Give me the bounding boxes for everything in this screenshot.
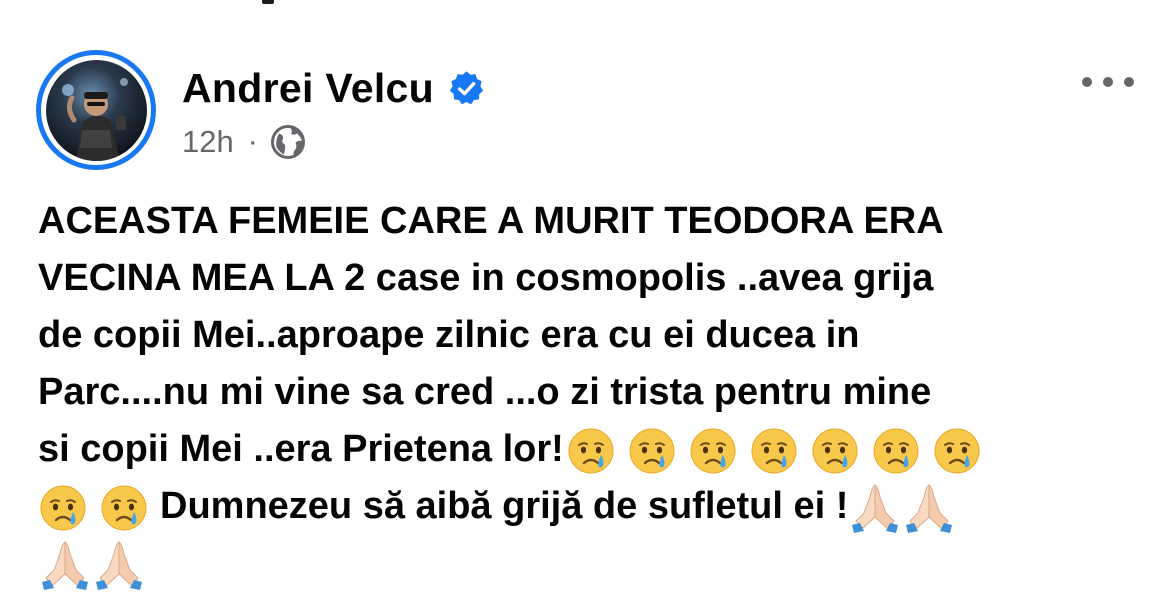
crying-face-emoji bbox=[40, 485, 86, 531]
timestamp[interactable]: 12h bbox=[182, 122, 234, 162]
post-line-with-emojis: Dumnezeu să aibă grijă de sufletul ei ! bbox=[38, 478, 1138, 535]
crying-face-emoji bbox=[873, 428, 919, 474]
avatar-gap bbox=[41, 55, 151, 165]
post-meta: 12h · bbox=[182, 122, 306, 162]
crying-face-emoji bbox=[568, 428, 614, 474]
meta-separator: · bbox=[247, 125, 258, 158]
praying-hands-emoji bbox=[906, 484, 953, 533]
post-line-text: si copii Mei ..era Prietena lor! bbox=[38, 428, 564, 470]
praying-emoji-group bbox=[848, 481, 956, 535]
praying-emoji-group bbox=[38, 538, 146, 592]
avatar[interactable] bbox=[45, 59, 147, 161]
more-options-icon[interactable] bbox=[1082, 68, 1134, 96]
story-ring[interactable] bbox=[36, 50, 156, 170]
crying-face-emoji bbox=[101, 485, 147, 531]
facebook-post: Andrei Velcu 12h · ACEASTA FEMEIE CARE A… bbox=[0, 0, 1170, 592]
crying-face-emoji bbox=[934, 428, 980, 474]
praying-hands-emoji bbox=[42, 541, 88, 590]
author-name[interactable]: Andrei Velcu bbox=[182, 64, 434, 112]
post-body: ACEASTA FEMEIE CARE A MURIT TEODORA ERA … bbox=[38, 193, 1138, 592]
author-row: Andrei Velcu bbox=[182, 64, 485, 112]
crying-face-emoji bbox=[812, 428, 858, 474]
post-line: VECINA MEA LA 2 case in cosmopolis ..ave… bbox=[38, 257, 934, 299]
praying-hands-emoji bbox=[96, 541, 142, 590]
more-dot bbox=[1082, 77, 1092, 87]
globe-icon bbox=[270, 125, 305, 159]
crying-face-emoji bbox=[690, 428, 736, 474]
post-line-text: Dumnezeu să aibă grijă de sufletul ei ! bbox=[160, 485, 849, 527]
post-line: de copii Mei..aproape zilnic era cu ei d… bbox=[38, 314, 860, 356]
post-header: Andrei Velcu 12h · bbox=[36, 50, 1136, 170]
verified-badge-icon bbox=[449, 70, 484, 104]
more-dot bbox=[1103, 77, 1113, 87]
crying-emoji-group bbox=[38, 483, 160, 533]
post-line: ACEASTA FEMEIE CARE A MURIT TEODORA ERA bbox=[38, 200, 944, 242]
crying-emoji-group bbox=[564, 426, 993, 476]
post-line: Parc....nu mi vine sa cred ...o zi trist… bbox=[38, 371, 932, 413]
more-dot bbox=[1124, 77, 1134, 87]
post-line-emojis-only bbox=[38, 535, 1138, 592]
crying-face-emoji bbox=[629, 428, 675, 474]
praying-hands-emoji bbox=[852, 484, 899, 533]
crying-face-emoji bbox=[751, 428, 797, 474]
post-line-with-emojis: si copii Mei ..era Prietena lor! bbox=[38, 421, 1138, 478]
